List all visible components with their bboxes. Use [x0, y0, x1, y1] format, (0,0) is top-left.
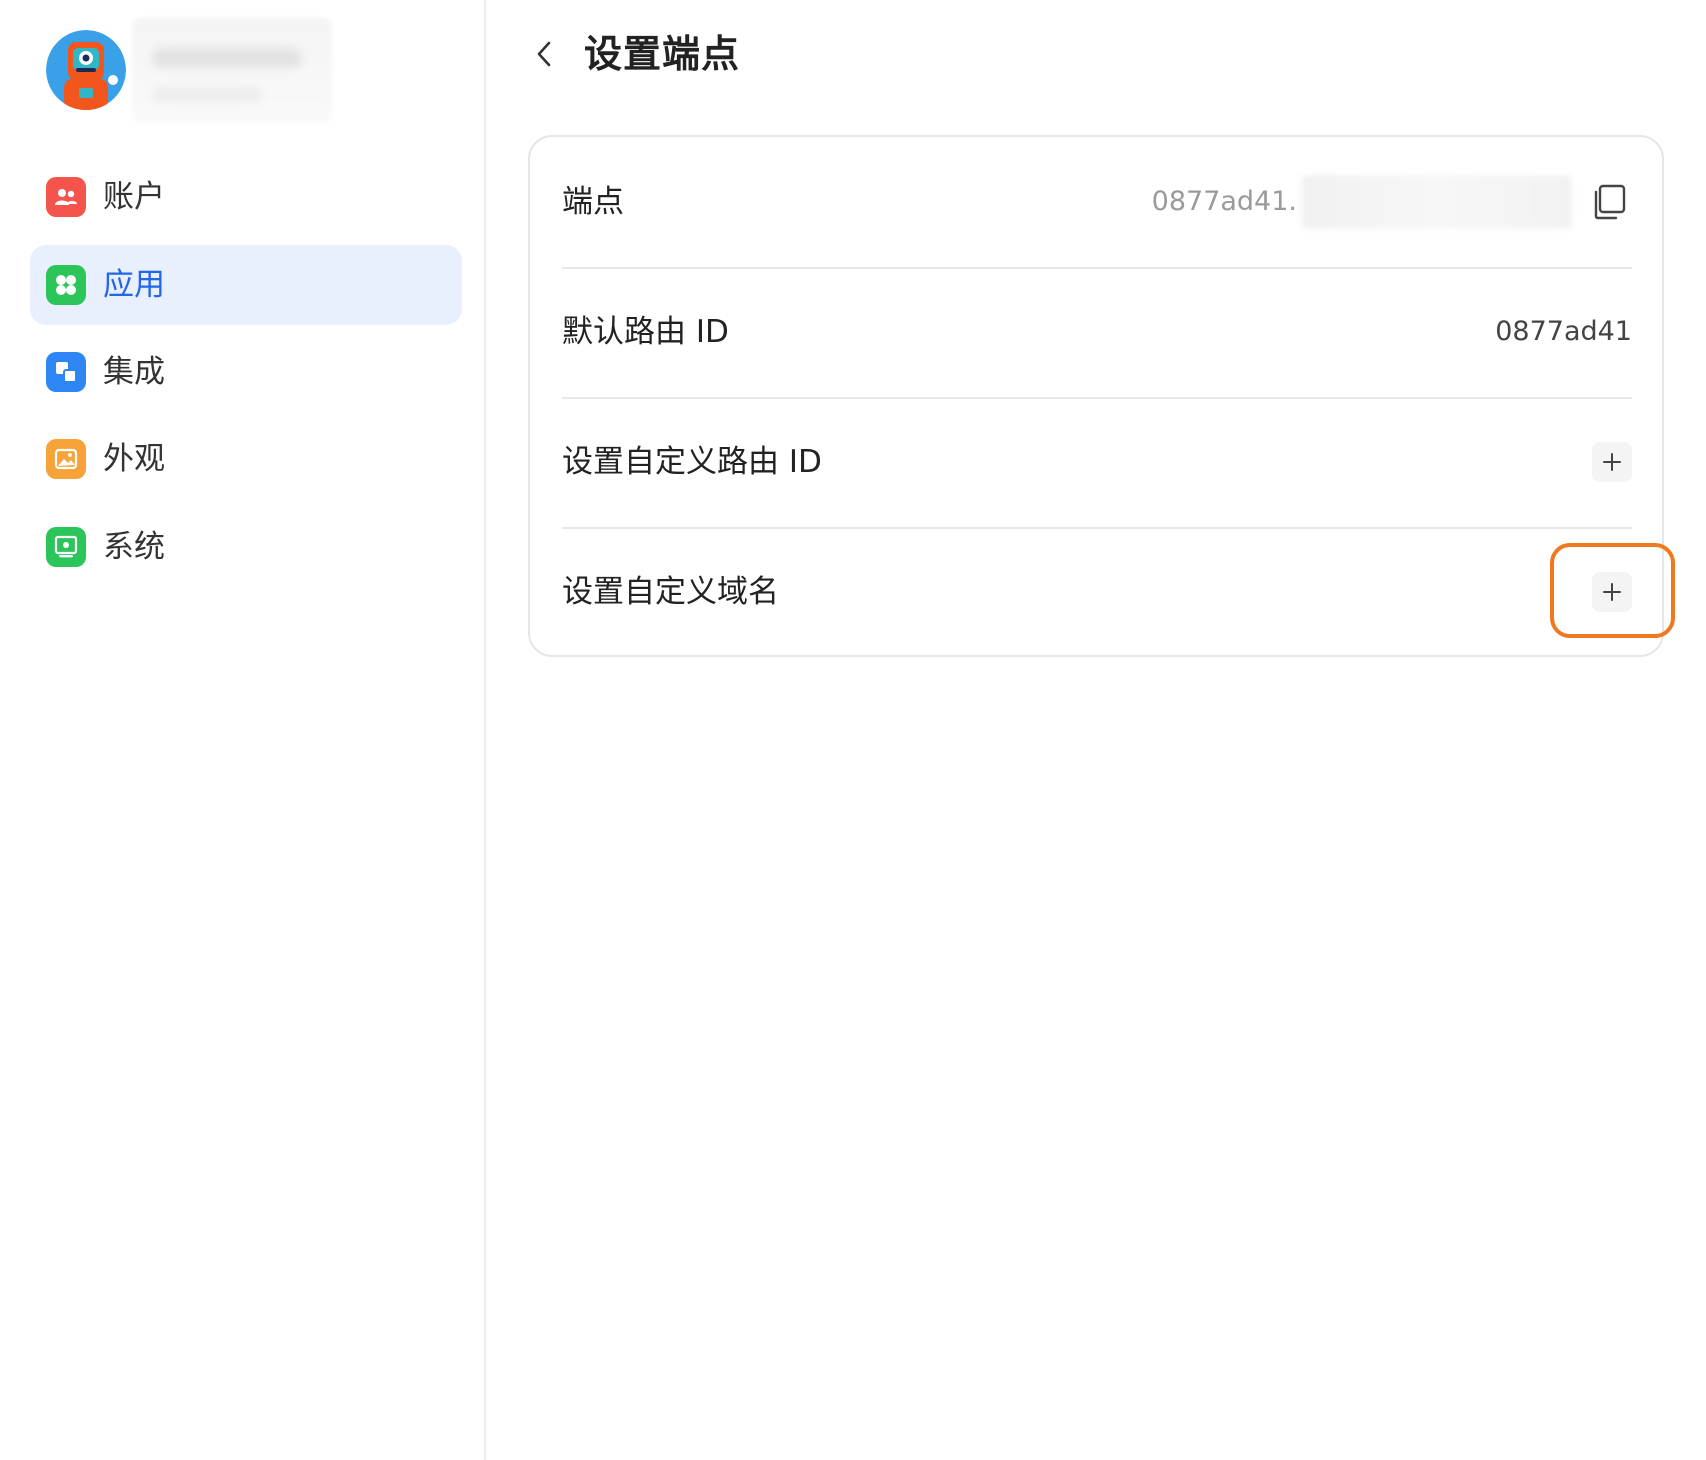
sidebar-item-label: 应用 — [103, 267, 165, 303]
page-title: 设置端点 — [584, 32, 741, 76]
back-button[interactable] — [526, 34, 562, 74]
endpoint-row: 端点 0877ad41. — [562, 137, 1632, 267]
copy-button[interactable] — [1590, 182, 1630, 222]
blurred-user-info — [132, 18, 332, 123]
default-route-value: 0877ad41 — [1495, 316, 1632, 347]
sidebar-item-label: 集成 — [103, 354, 165, 390]
sidebar: 账户 应用 集成 外观 系统 — [0, 0, 486, 1460]
add-custom-domain-button[interactable] — [1592, 572, 1632, 612]
integration-icon — [46, 352, 86, 392]
sidebar-item-appearance[interactable]: 外观 — [30, 419, 462, 499]
sidebar-item-integrations[interactable]: 集成 — [30, 332, 462, 412]
custom-route-label: 设置自定义路由 ID — [562, 444, 822, 480]
custom-route-row: 设置自定义路由 ID — [562, 397, 1632, 527]
add-custom-route-button[interactable] — [1592, 442, 1632, 482]
apps-grid-icon — [46, 265, 86, 305]
custom-domain-label: 设置自定义域名 — [562, 574, 779, 610]
system-icon — [46, 527, 86, 567]
endpoint-value: 0877ad41. — [1151, 186, 1297, 217]
plus-icon — [1603, 583, 1621, 601]
custom-domain-row: 设置自定义域名 — [562, 527, 1632, 657]
default-route-row: 默认路由 ID 0877ad41 — [562, 267, 1632, 397]
sidebar-item-label: 外观 — [103, 441, 165, 477]
user-avatar[interactable] — [46, 30, 126, 110]
endpoint-settings-card: 端点 0877ad41. 默认路由 ID 0877ad41 设置自定义路由 ID… — [528, 135, 1664, 657]
endpoint-label: 端点 — [562, 184, 624, 220]
sidebar-item-label: 账户 — [103, 179, 165, 215]
plus-icon — [1603, 453, 1621, 471]
users-icon — [46, 177, 86, 217]
image-icon — [46, 439, 86, 479]
default-route-label: 默认路由 ID — [562, 314, 729, 350]
sidebar-item-account[interactable]: 账户 — [30, 157, 462, 237]
sidebar-item-apps[interactable]: 应用 — [30, 245, 462, 325]
chevron-left-icon — [537, 41, 551, 67]
copy-icon — [1594, 184, 1626, 220]
sidebar-item-label: 系统 — [103, 529, 165, 565]
blurred-endpoint-value — [1302, 175, 1572, 229]
sidebar-item-system[interactable]: 系统 — [30, 507, 462, 587]
